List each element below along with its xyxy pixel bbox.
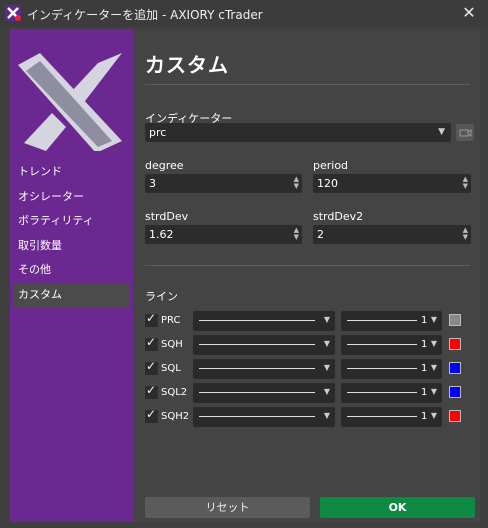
line-width-select[interactable]: 1 ▼: [341, 311, 442, 331]
spinner-icon[interactable]: ▲ ▼: [294, 227, 299, 241]
camera-icon[interactable]: [456, 124, 474, 141]
chevron-down-icon: ▼: [323, 339, 330, 348]
chevron-down-icon: ▼: [430, 339, 437, 348]
line-style-preview: [199, 320, 315, 321]
chevron-down-icon: ▼: [323, 315, 330, 324]
line-color-swatch[interactable]: [449, 410, 461, 422]
line-style-select[interactable]: ▼: [193, 383, 335, 403]
line-name: SQH2: [161, 411, 190, 422]
line-width-select[interactable]: 1 ▼: [341, 383, 442, 403]
degree-label: degree: [145, 159, 184, 172]
sidebar-item[interactable]: トレンド: [13, 160, 130, 185]
app-logo-icon: [5, 5, 21, 21]
line-width-value: 1: [421, 411, 428, 422]
line-width-value: 1: [421, 387, 428, 398]
line-name: SQL: [161, 363, 181, 374]
checkmark-icon: ✓: [146, 383, 157, 397]
sidebar-item[interactable]: カスタム: [13, 282, 130, 307]
line-style-select[interactable]: ▼: [193, 311, 335, 331]
reset-button[interactable]: リセット: [145, 497, 310, 518]
indicator-value: prc: [149, 126, 167, 139]
chevron-down-icon: ▼: [323, 363, 330, 372]
line-style-preview: [199, 416, 315, 417]
strddev2-value: 2: [317, 228, 324, 241]
strddev2-input[interactable]: 2 ▲ ▼: [313, 225, 471, 244]
line-checkbox[interactable]: ✓: [145, 383, 158, 399]
line-style-select[interactable]: ▼: [193, 359, 335, 379]
chevron-down-icon: ▼: [430, 411, 437, 420]
chevron-down-icon: ▼: [430, 387, 437, 396]
title-bar: インディケーターを追加 - AXIORY cTrader ✕: [0, 0, 488, 28]
line-width-select[interactable]: 1 ▼: [341, 359, 442, 379]
line-checkbox[interactable]: ✓: [145, 359, 158, 375]
sidebar-item[interactable]: ボラティリティ: [13, 209, 130, 234]
line-checkbox[interactable]: ✓: [145, 407, 158, 423]
period-input[interactable]: 120 ▲ ▼: [313, 174, 471, 193]
line-color-swatch[interactable]: [449, 362, 461, 374]
sidebar-item[interactable]: オシレーター: [13, 185, 130, 210]
line-width-preview: [347, 344, 417, 345]
main-panel: カスタム インディケーター prc ▼ degree 3 ▲ ▼ period 1…: [133, 29, 480, 522]
chevron-down-icon: ▼: [430, 315, 437, 324]
line-width-preview: [347, 416, 417, 417]
strddev-label: strdDev: [145, 210, 189, 223]
sidebar-item[interactable]: 取引数量: [13, 234, 130, 259]
strddev-value: 1.62: [149, 228, 174, 241]
indicator-select[interactable]: prc ▼: [145, 123, 451, 142]
spinner-icon[interactable]: ▲ ▼: [463, 176, 468, 190]
line-width-select[interactable]: 1 ▼: [341, 335, 442, 355]
line-name: PRC: [161, 315, 181, 326]
page-title: カスタム: [145, 53, 229, 77]
line-color-swatch[interactable]: [449, 314, 461, 326]
line-color-swatch[interactable]: [449, 386, 461, 398]
sidebar: トレンド オシレーター ボラティリティ 取引数量 その他 カスタム: [10, 29, 133, 522]
strddev-input[interactable]: 1.62 ▲ ▼: [145, 225, 302, 244]
line-width-preview: [347, 368, 417, 369]
close-icon[interactable]: ✕: [458, 3, 480, 23]
line-width-preview: [347, 320, 417, 321]
line-checkbox[interactable]: ✓: [145, 335, 158, 351]
degree-input[interactable]: 3 ▲ ▼: [145, 174, 302, 193]
line-width-value: 1: [421, 339, 428, 350]
lines-label: ライン: [145, 290, 178, 303]
ok-button[interactable]: OK: [320, 497, 475, 518]
period-value: 120: [317, 177, 338, 190]
line-style-preview: [199, 368, 315, 369]
checkmark-icon: ✓: [146, 359, 157, 373]
degree-value: 3: [149, 177, 156, 190]
window-title: インディケーターを追加 - AXIORY cTrader: [27, 8, 263, 22]
line-width-value: 1: [421, 315, 428, 326]
period-label: period: [313, 159, 349, 172]
line-style-select[interactable]: ▼: [193, 407, 335, 427]
spinner-icon[interactable]: ▲ ▼: [463, 227, 468, 241]
spinner-icon[interactable]: ▲ ▼: [294, 176, 299, 190]
line-checkbox[interactable]: ✓: [145, 311, 158, 327]
sidebar-item[interactable]: その他: [13, 258, 130, 283]
line-style-preview: [199, 344, 315, 345]
line-width-preview: [347, 392, 417, 393]
line-style-select[interactable]: ▼: [193, 335, 335, 355]
category-nav: トレンド オシレーター ボラティリティ 取引数量 その他 カスタム: [13, 160, 130, 307]
chevron-down-icon: ▼: [323, 411, 330, 420]
chevron-down-icon: ▼: [430, 363, 437, 372]
line-style-preview: [199, 392, 315, 393]
line-name: SQH: [161, 339, 183, 350]
line-width-value: 1: [421, 363, 428, 374]
chevron-down-icon: ▼: [438, 127, 445, 137]
checkmark-icon: ✓: [146, 335, 157, 349]
strddev2-label: strdDev2: [313, 210, 364, 223]
axiory-logo: [18, 43, 126, 153]
divider: [145, 265, 470, 266]
checkmark-icon: ✓: [146, 311, 157, 325]
divider: [145, 84, 470, 85]
chevron-down-icon: ▼: [323, 387, 330, 396]
line-name: SQL2: [161, 387, 188, 398]
checkmark-icon: ✓: [146, 407, 157, 421]
line-width-select[interactable]: 1 ▼: [341, 407, 442, 427]
line-color-swatch[interactable]: [449, 338, 461, 350]
